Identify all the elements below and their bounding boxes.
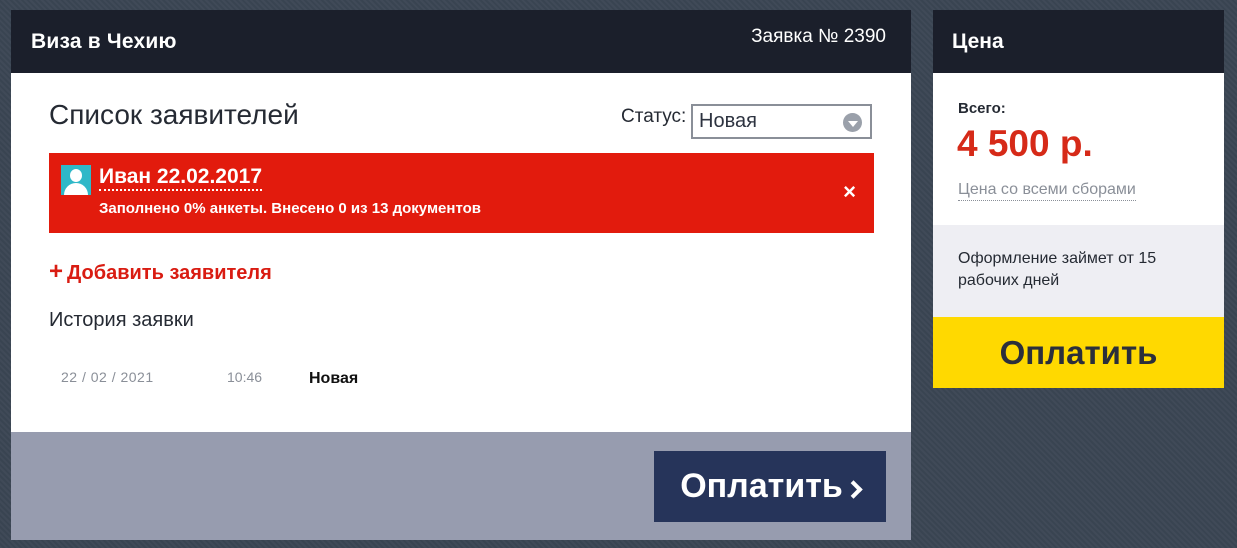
application-header: Виза в Чехию Заявка № 2390	[11, 10, 911, 73]
applicant-name-link[interactable]: Иван 22.02.2017	[99, 165, 263, 191]
price-card: Цена Всего: 4 500 р. Цена со всеми сбора…	[933, 10, 1224, 388]
page-title: Виза в Чехию	[31, 29, 177, 53]
history-date: 22 / 02 / 2021	[61, 369, 154, 385]
order-number: Заявка № 2390	[751, 25, 886, 47]
fees-link[interactable]: Цена со всеми сборами	[958, 180, 1136, 201]
total-label: Всего:	[958, 100, 1006, 117]
plus-icon: +	[49, 258, 64, 285]
applicants-section: Список заявителей Статус: Новая Иван 22.…	[11, 73, 911, 432]
application-footer: Оплатить	[11, 432, 911, 540]
status-label: Статус:	[621, 106, 687, 127]
history-status: Новая	[309, 370, 359, 387]
price-amount: 4 500 р.	[957, 123, 1093, 164]
history-title: История заявки	[49, 309, 194, 331]
status-select[interactable]: Новая	[691, 104, 872, 139]
price-summary: Всего: 4 500 р. Цена со всеми сборами	[933, 73, 1224, 225]
status-select-value: Новая	[699, 110, 757, 132]
history-row: 22 / 02 / 2021 10:46 Новая	[61, 369, 561, 391]
chevron-right-icon	[844, 480, 863, 499]
pay-button[interactable]: Оплатить	[654, 451, 886, 522]
pay-button-label: Оплатить	[680, 467, 843, 505]
visa-application-card: Виза в Чехию Заявка № 2390 Список заявит…	[11, 10, 911, 540]
close-icon[interactable]: ×	[843, 181, 856, 203]
processing-note: Оформление займет от 15 рабочих дней	[933, 225, 1224, 317]
applicant-progress-text: Заполнено 0% анкеты. Внесено 0 из 13 док…	[99, 200, 481, 217]
user-avatar-icon	[61, 165, 91, 195]
price-header: Цена	[933, 10, 1224, 73]
history-time: 10:46	[227, 369, 263, 385]
pay-side-button[interactable]: Оплатить	[933, 317, 1224, 388]
applicant-card: Иван 22.02.2017 Заполнено 0% анкеты. Вне…	[49, 153, 874, 233]
add-applicant-label: Добавить заявителя	[67, 262, 272, 284]
applicants-title: Список заявителей	[49, 99, 299, 130]
chevron-down-icon	[843, 113, 862, 132]
add-applicant-button[interactable]: + Добавить заявителя	[49, 258, 272, 286]
